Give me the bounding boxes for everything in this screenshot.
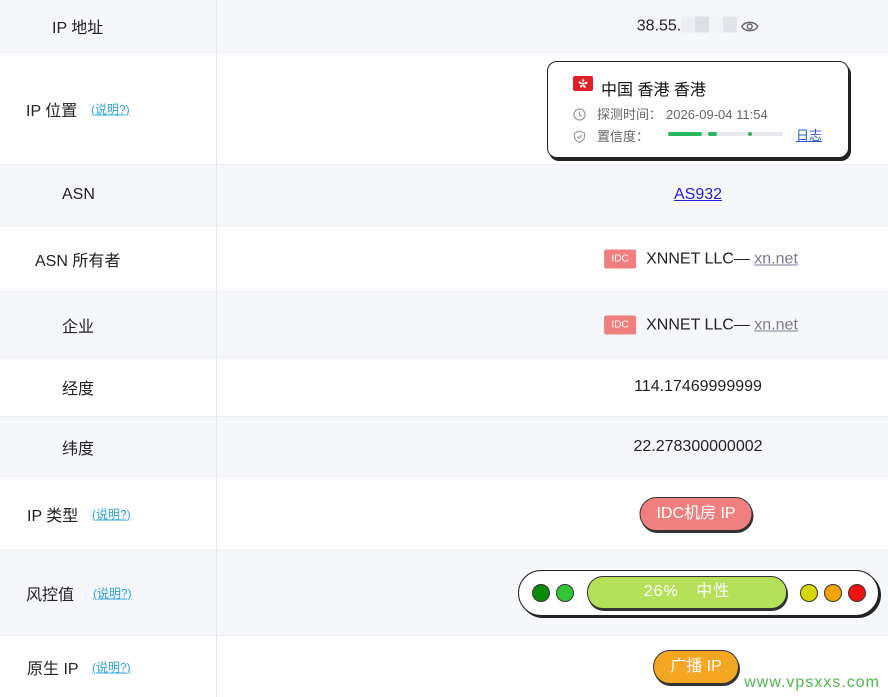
longitude-label: 经度: [62, 381, 95, 398]
risk-bar: 26% 中性: [587, 576, 787, 609]
shield-check-icon: [573, 130, 586, 143]
ip-location-explain-link[interactable]: (说明?): [91, 100, 130, 117]
detect-time-row: 探测时间： 2026-09-04 11:54: [573, 104, 768, 123]
location-title: 中国 香港 香港: [601, 82, 706, 99]
watermark: www.vpsxxs.com: [744, 674, 880, 691]
ip-address-value: 38.55.: [636, 16, 760, 36]
risk-dot-very-low: [532, 584, 550, 602]
risk-label: 风控值: [26, 587, 75, 604]
company-value: IDC XNNET LLC— xn.net: [604, 315, 798, 334]
asn-label: ASN: [62, 186, 95, 203]
asn-owner-label: ASN 所有者: [35, 252, 121, 270]
asn-owner-domain-link[interactable]: xn.net: [754, 250, 798, 267]
ip-address-label: IP 地址: [52, 20, 104, 37]
risk-dot-low: [556, 584, 574, 602]
row-ip-type: IP 类型 (说明?) IDC机房 IP: [0, 477, 888, 551]
ip-address-prefix: 38.55.: [636, 17, 682, 35]
row-longitude: 经度 114.17469999999: [0, 358, 888, 417]
native-ip-label: 原生 IP: [27, 660, 79, 678]
row-latitude: 纬度 22.278300000002: [0, 417, 888, 477]
location-card: 中国 香港 香港 探测时间： 2026-09-04 11:54 置信度： 日志: [547, 61, 849, 158]
native-ip-badge: 广播 IP: [653, 649, 739, 684]
detect-time-label: 探测时间：: [597, 107, 663, 122]
idc-badge: IDC: [604, 315, 637, 334]
confidence-segment: [668, 132, 702, 136]
ip-type-label: IP 类型: [27, 507, 79, 525]
confidence-row: 置信度：: [573, 126, 649, 145]
confidence-segment: [708, 132, 717, 136]
ip-location-label: IP 位置: [26, 102, 78, 120]
row-asn-owner: ASN 所有者 IDC XNNET LLC— xn.net: [0, 226, 888, 292]
row-asn: ASN AS932: [0, 165, 888, 226]
risk-dot-medium: [800, 584, 818, 602]
company-name: XNNET LLC—: [646, 316, 750, 333]
log-link[interactable]: 日志: [796, 125, 822, 144]
ip-type-explain-link[interactable]: (说明?): [92, 505, 131, 522]
native-ip-explain-link[interactable]: (说明?): [92, 658, 131, 675]
latitude-label: 纬度: [62, 440, 95, 458]
ip-type-badge: IDC机房 IP: [639, 496, 753, 531]
risk-explain-link[interactable]: (说明?): [93, 585, 132, 602]
detect-time-value: 2026-09-04 11:54: [666, 107, 768, 122]
asn-owner-value: IDC XNNET LLC— xn.net: [604, 249, 798, 268]
company-label: 企业: [62, 318, 95, 336]
asn-link[interactable]: AS932: [674, 186, 722, 204]
risk-dot-high: [824, 584, 842, 602]
ip-address-masked: [681, 16, 738, 33]
latitude-value: 22.278300000002: [633, 437, 763, 455]
clock-icon: [573, 108, 586, 121]
risk-level: 中性: [696, 583, 731, 600]
row-ip-address: IP 地址 38.55.: [0, 0, 888, 53]
longitude-value: 114.17469999999: [634, 378, 762, 395]
confidence-segment: [748, 132, 752, 136]
asn-owner-name: XNNET LLC—: [646, 250, 750, 267]
idc-badge: IDC: [604, 249, 637, 268]
row-company: 企业 IDC XNNET LLC— xn.net: [0, 292, 888, 358]
eye-icon[interactable]: [741, 20, 760, 34]
hk-flag-icon: [573, 76, 593, 91]
company-domain-link[interactable]: xn.net: [754, 316, 798, 333]
risk-percent: 26%: [643, 583, 679, 600]
confidence-bar: [668, 132, 783, 136]
risk-meter: 26% 中性: [518, 570, 879, 616]
risk-dot-very-high: [848, 584, 866, 602]
confidence-label: 置信度：: [597, 129, 650, 144]
